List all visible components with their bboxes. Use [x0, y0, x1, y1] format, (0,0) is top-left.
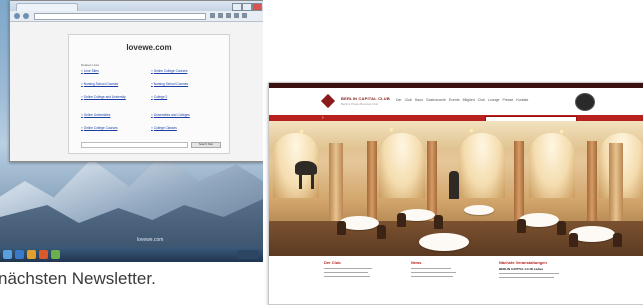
screenshot-browser-desktop: lovewe.com lovewe.com Related Links »Lov… [0, 0, 263, 262]
parked-page: lovewe.com Related Links »Love Sites »On… [68, 34, 230, 154]
content-columns: Der Club News Nächste Veranstaltungen BE… [269, 256, 643, 304]
text-line [499, 273, 559, 275]
chair [517, 219, 526, 233]
search-button[interactable]: Search Now [191, 142, 221, 148]
column-title-events[interactable]: Nächste Veranstaltungen [499, 260, 547, 265]
related-link[interactable]: »Online College Courses [151, 69, 187, 73]
related-links-label: Related Links [81, 63, 100, 67]
window-arch [459, 133, 505, 198]
brand-tagline: Berlin's Private Business Club [341, 102, 379, 106]
related-link[interactable]: »Nursing School Courses [81, 82, 118, 86]
chair [434, 215, 443, 229]
main-navigation[interactable]: Der Club Haus Gastronomie Events Mitglie… [396, 98, 528, 102]
ie-icon[interactable] [15, 250, 24, 259]
text-line [324, 268, 372, 270]
address-bar[interactable] [34, 13, 206, 20]
folder-icon[interactable] [27, 250, 36, 259]
favorites-icon[interactable] [218, 13, 223, 18]
text-line [411, 276, 453, 278]
related-link[interactable]: »College 2 [151, 95, 167, 99]
browser-window: lovewe.com Related Links »Love Sites »On… [9, 0, 263, 162]
app-icon[interactable] [51, 250, 60, 259]
chair [397, 213, 406, 227]
minimize-icon[interactable] [232, 3, 242, 11]
start-icon[interactable] [3, 250, 12, 259]
browser-titlebar [10, 1, 263, 12]
related-link[interactable]: »College Classes [151, 126, 177, 130]
column-title-news[interactable]: News [411, 260, 421, 265]
brand-name: BERLIN CAPITAL CLUB [341, 96, 390, 101]
maximize-icon[interactable] [242, 3, 252, 11]
forward-icon[interactable] [23, 13, 29, 19]
text-line [324, 272, 368, 274]
close-icon[interactable] [252, 3, 262, 11]
text-line [499, 277, 554, 279]
club-badge-icon [575, 93, 595, 111]
chair [569, 233, 578, 247]
chair [613, 233, 622, 247]
system-tray [237, 250, 259, 259]
dining-table [419, 233, 469, 251]
site-title: lovewe.com [126, 43, 172, 52]
tools-icon[interactable] [226, 13, 231, 18]
related-link[interactable]: »Online Universities [81, 113, 110, 117]
horse-statue-leg [311, 175, 314, 189]
media-icon[interactable] [39, 250, 48, 259]
text-line [411, 272, 456, 274]
figure-statue [449, 171, 459, 199]
horse-statue-leg [299, 175, 302, 189]
dining-table [464, 205, 494, 215]
window-arch [379, 133, 425, 198]
home-icon[interactable] [210, 13, 215, 18]
search-input[interactable] [81, 142, 188, 148]
lamp-icon [389, 127, 394, 132]
address-toolbar [10, 11, 263, 22]
related-link[interactable]: »Online College and University [81, 95, 126, 99]
restaurant-photo [269, 121, 643, 256]
event-headline[interactable]: BERLIN CAPITAL CLUB Ladies [499, 267, 543, 271]
window-arch [529, 133, 575, 198]
text-line [324, 276, 370, 278]
lamp-icon [469, 128, 474, 133]
related-link[interactable]: »Online College Courses [81, 126, 117, 130]
text-line [411, 268, 451, 270]
page-icon[interactable] [242, 13, 247, 18]
related-link[interactable]: »Love Sites [81, 69, 99, 73]
screenshot-club-website: BERLIN CAPITAL CLUB Berlin's Private Bus… [268, 82, 643, 305]
print-icon[interactable] [234, 13, 239, 18]
back-icon[interactable] [14, 13, 20, 19]
club-logo-icon[interactable] [320, 93, 336, 109]
related-link[interactable]: »Universities and Colleges [151, 113, 190, 117]
chair [557, 221, 566, 235]
caption-text: nächsten Newsletter. [0, 269, 156, 288]
site-header: BERLIN CAPITAL CLUB Berlin's Private Bus… [269, 88, 643, 115]
column-title-club[interactable]: Der Club [324, 260, 341, 265]
taskbar [0, 247, 263, 262]
chair [377, 225, 386, 239]
chair [337, 221, 346, 235]
desktop-label: lovewe.com [137, 237, 164, 243]
search-row: Search Now [81, 142, 221, 148]
horse-statue [295, 161, 317, 175]
related-link[interactable]: »Nursing School Courses [151, 82, 188, 86]
